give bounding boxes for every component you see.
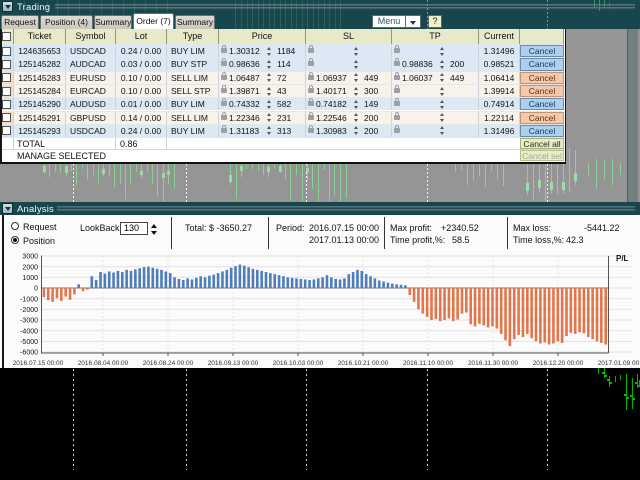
svg-text:2016.09.13 00:00: 2016.09.13 00:00 [208,360,259,367]
svg-text:2016.07.15 00:00: 2016.07.15 00:00 [13,360,64,367]
svg-text:2016.11.10 00:00: 2016.11.10 00:00 [403,360,454,367]
svg-text:-1000: -1000 [20,296,38,303]
svg-text:2016.10.03 00:00: 2016.10.03 00:00 [273,360,324,367]
svg-text:2016.12.20 00:00: 2016.12.20 00:00 [533,360,584,367]
svg-text:2016.10.21 00:00: 2016.10.21 00:00 [338,360,389,367]
svg-text:-2000: -2000 [20,307,38,314]
svg-text:-4000: -4000 [20,328,38,335]
svg-text:0: 0 [34,286,38,293]
svg-text:P/L: P/L [616,254,629,263]
svg-text:3000: 3000 [22,254,38,261]
svg-text:2016.08.04 00:00: 2016.08.04 00:00 [78,360,129,367]
svg-text:2000: 2000 [22,264,38,271]
svg-text:-5000: -5000 [20,339,38,346]
svg-text:-6000: -6000 [20,350,38,357]
svg-text:2016.08.24 00:00: 2016.08.24 00:00 [143,360,194,367]
svg-text:2016.11.30 00:00: 2016.11.30 00:00 [468,360,519,367]
svg-text:1000: 1000 [22,275,38,282]
svg-text:2017.01.09 00:00: 2017.01.09 00:00 [598,360,640,367]
svg-text:-3000: -3000 [20,318,38,325]
